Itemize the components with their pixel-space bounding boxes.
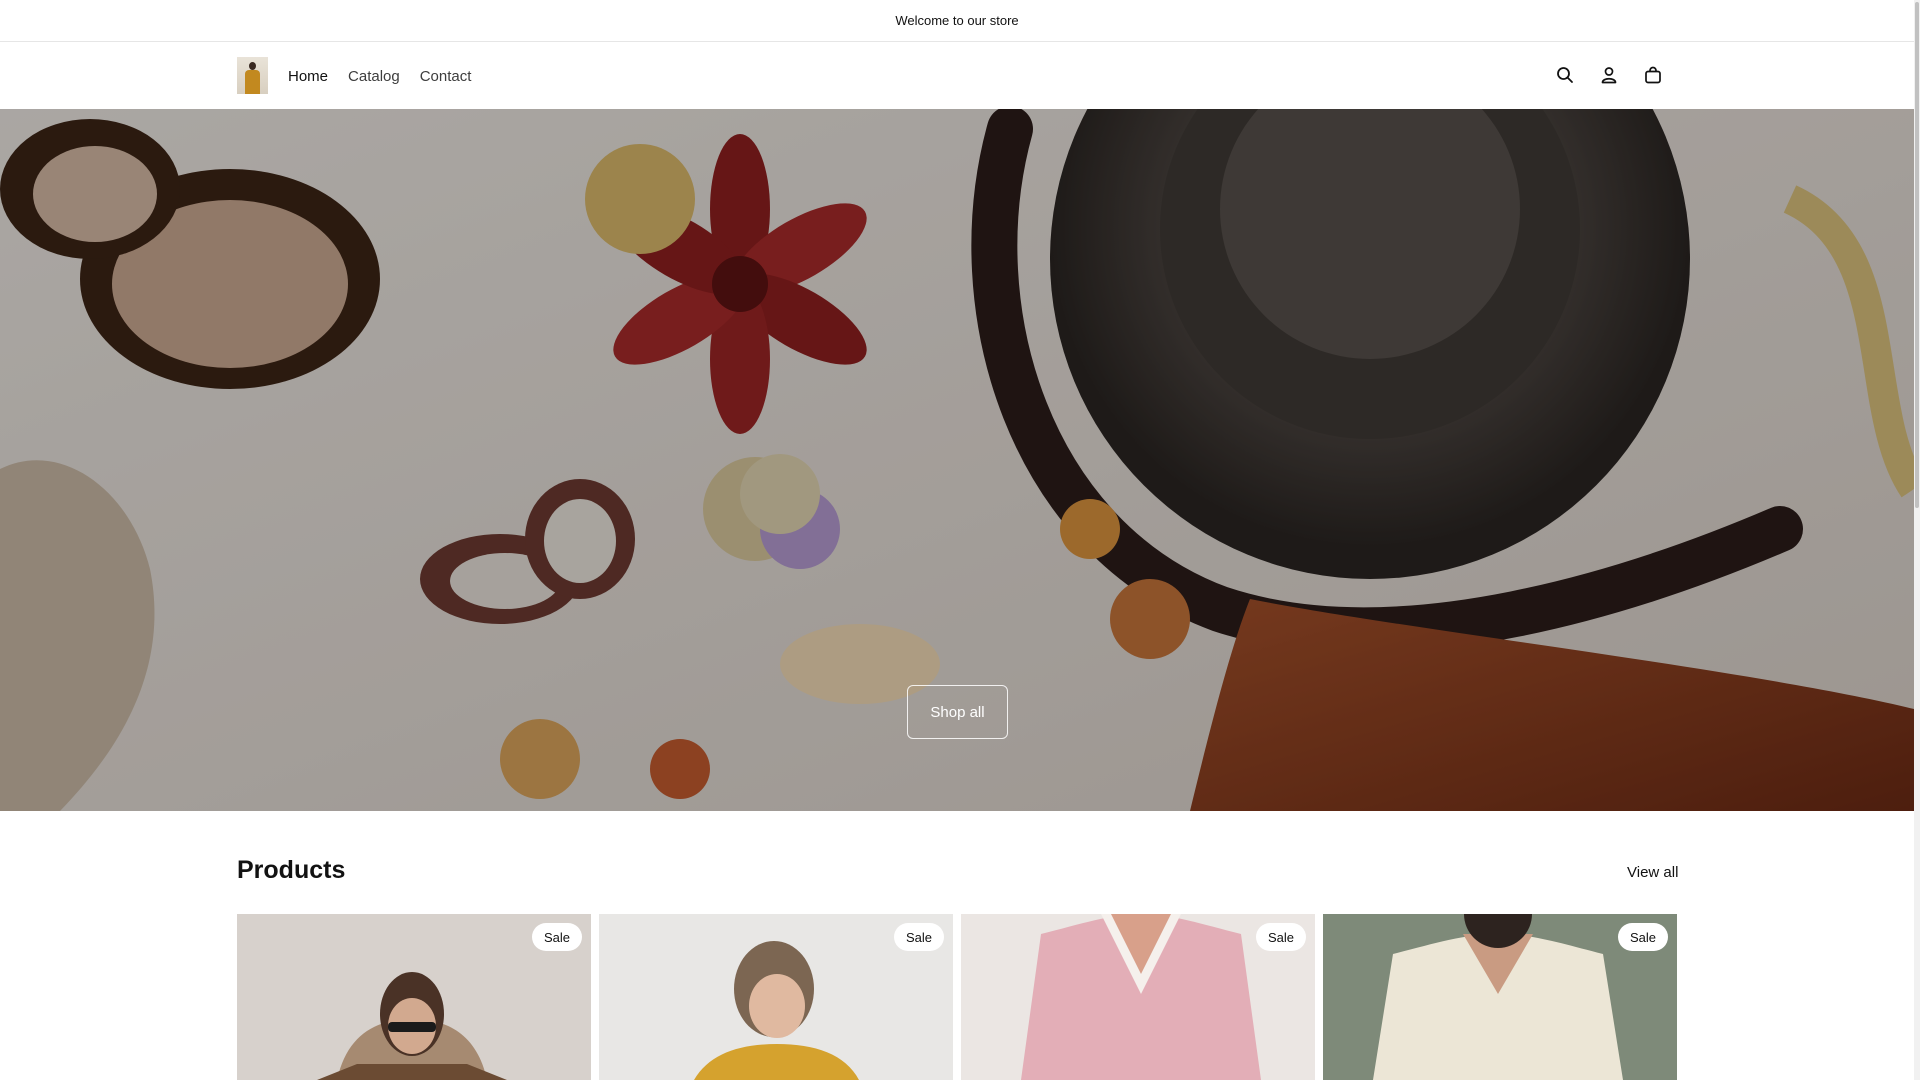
sale-badge: Sale [1255,923,1306,951]
search-icon[interactable] [1553,63,1577,87]
view-all-link[interactable]: View all [1627,864,1678,881]
nav-catalog-link[interactable]: Catalog [348,68,400,85]
shop-all-button[interactable]: Shop all [907,685,1008,739]
store-logo[interactable] [237,57,268,94]
product-card[interactable]: Sale [599,914,953,1080]
main-nav: Home Catalog Contact [288,43,471,109]
announcement-bar: Welcome to our store [0,0,1914,42]
product-card[interactable]: Sale [237,914,591,1080]
nav-home-link[interactable]: Home [288,68,328,85]
announcement-text: Welcome to our store [895,13,1019,28]
sale-badge: Sale [893,923,944,951]
page-scrollbar[interactable] [1914,0,1920,1080]
product-card[interactable]: Sale [961,914,1315,1080]
product-grid: Sale Sale Sale Sale [237,914,1678,1080]
product-card[interactable]: Sale [1323,914,1677,1080]
scrollbar-thumb[interactable] [1915,2,1919,508]
account-icon[interactable] [1597,63,1621,87]
header-icons [1553,63,1665,87]
products-heading: Products [237,856,346,884]
nav-contact-link[interactable]: Contact [420,68,472,85]
cart-icon[interactable] [1641,63,1665,87]
sale-badge: Sale [531,923,582,951]
hero-banner: Shop all [0,109,1914,811]
site-header: Home Catalog Contact [0,43,1914,109]
sale-badge: Sale [1617,923,1668,951]
